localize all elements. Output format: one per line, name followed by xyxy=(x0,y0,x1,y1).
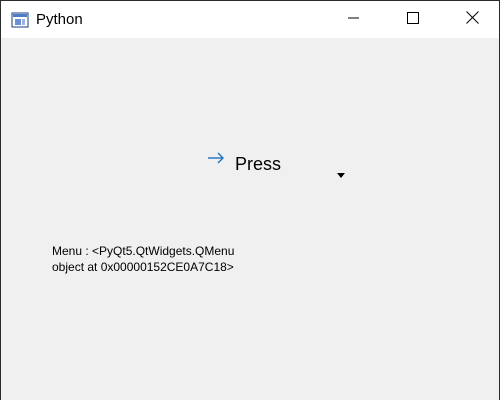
window-title: Python xyxy=(36,11,83,28)
close-button[interactable] xyxy=(449,2,495,38)
dropdown-caret-icon xyxy=(337,165,345,178)
press-menu-button[interactable]: Press xyxy=(201,147,351,181)
main-content: Press Menu : <PyQt5.QtWidgets.QMenu obje… xyxy=(1,38,499,400)
python-app-icon xyxy=(11,12,29,28)
maximize-icon xyxy=(407,11,419,29)
title-bar[interactable]: Python xyxy=(1,0,499,38)
press-button-label: Press xyxy=(235,154,282,174)
app-window: Python Press Menu: <PyQt5.QtWidgets.QMe… xyxy=(0,0,500,400)
menu-info-label: Menu : <PyQt5.QtWidgets.QMenu object at … xyxy=(52,243,282,275)
minimize-icon xyxy=(348,11,360,29)
maximize-button[interactable] xyxy=(390,2,436,38)
menu-info-line-1: Menu : <PyQt5.QtWidgets.QMenu xyxy=(52,244,235,258)
menu-info-line-2: object at 0x00000152CE0A7C18> xyxy=(52,260,234,274)
arrow-right-icon xyxy=(207,151,225,165)
close-icon xyxy=(465,11,479,29)
minimize-button[interactable] xyxy=(331,2,377,38)
